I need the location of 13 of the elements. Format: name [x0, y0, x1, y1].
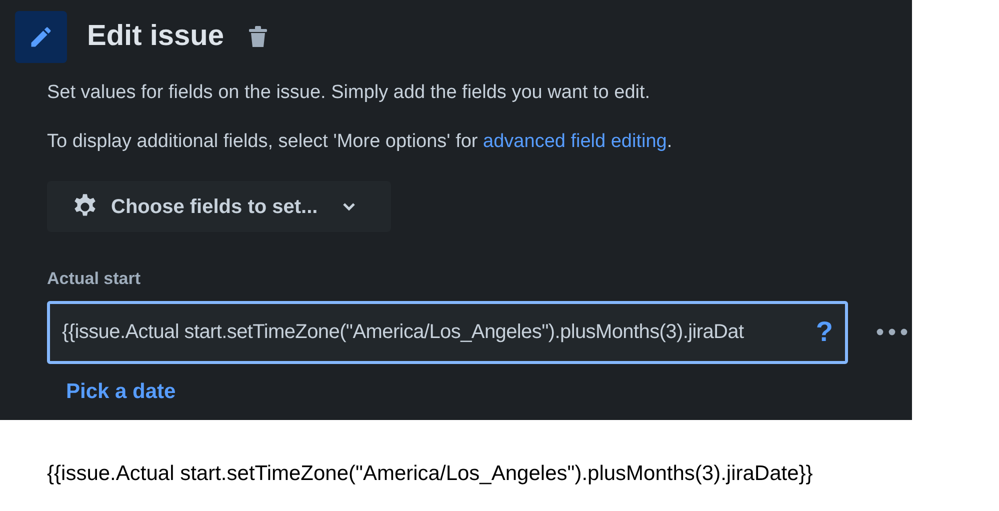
help-icon[interactable]: ?: [816, 311, 833, 353]
more-button[interactable]: [876, 328, 908, 336]
advanced-field-editing-link[interactable]: advanced field editing: [483, 130, 667, 152]
pick-date-link[interactable]: Pick a date: [66, 376, 176, 407]
description-text: Set values for fields on the issue. Simply add the fields you want to edit.: [47, 81, 652, 105]
choose-fields-button[interactable]: Choose fields to set...: [47, 181, 391, 232]
dialog-title: Edit issue: [87, 19, 224, 54]
expression-caption: {{issue.Actual start.setTimeZone("America/Los_Angeles").plusMonths(3).jiraDate}}: [47, 461, 813, 487]
chevron-down-icon: [342, 202, 356, 212]
advanced-note-text: To display additional fields, select 'More options' for advanced field editing.: [47, 130, 674, 154]
field-label: Actual start: [47, 268, 141, 290]
date-input-field[interactable]: {{issue.Actual start.setTimeZone("America/Los_Angeles").plusMonths(3).jiraDat ?: [47, 300, 848, 364]
delete-button[interactable]: [248, 26, 268, 48]
